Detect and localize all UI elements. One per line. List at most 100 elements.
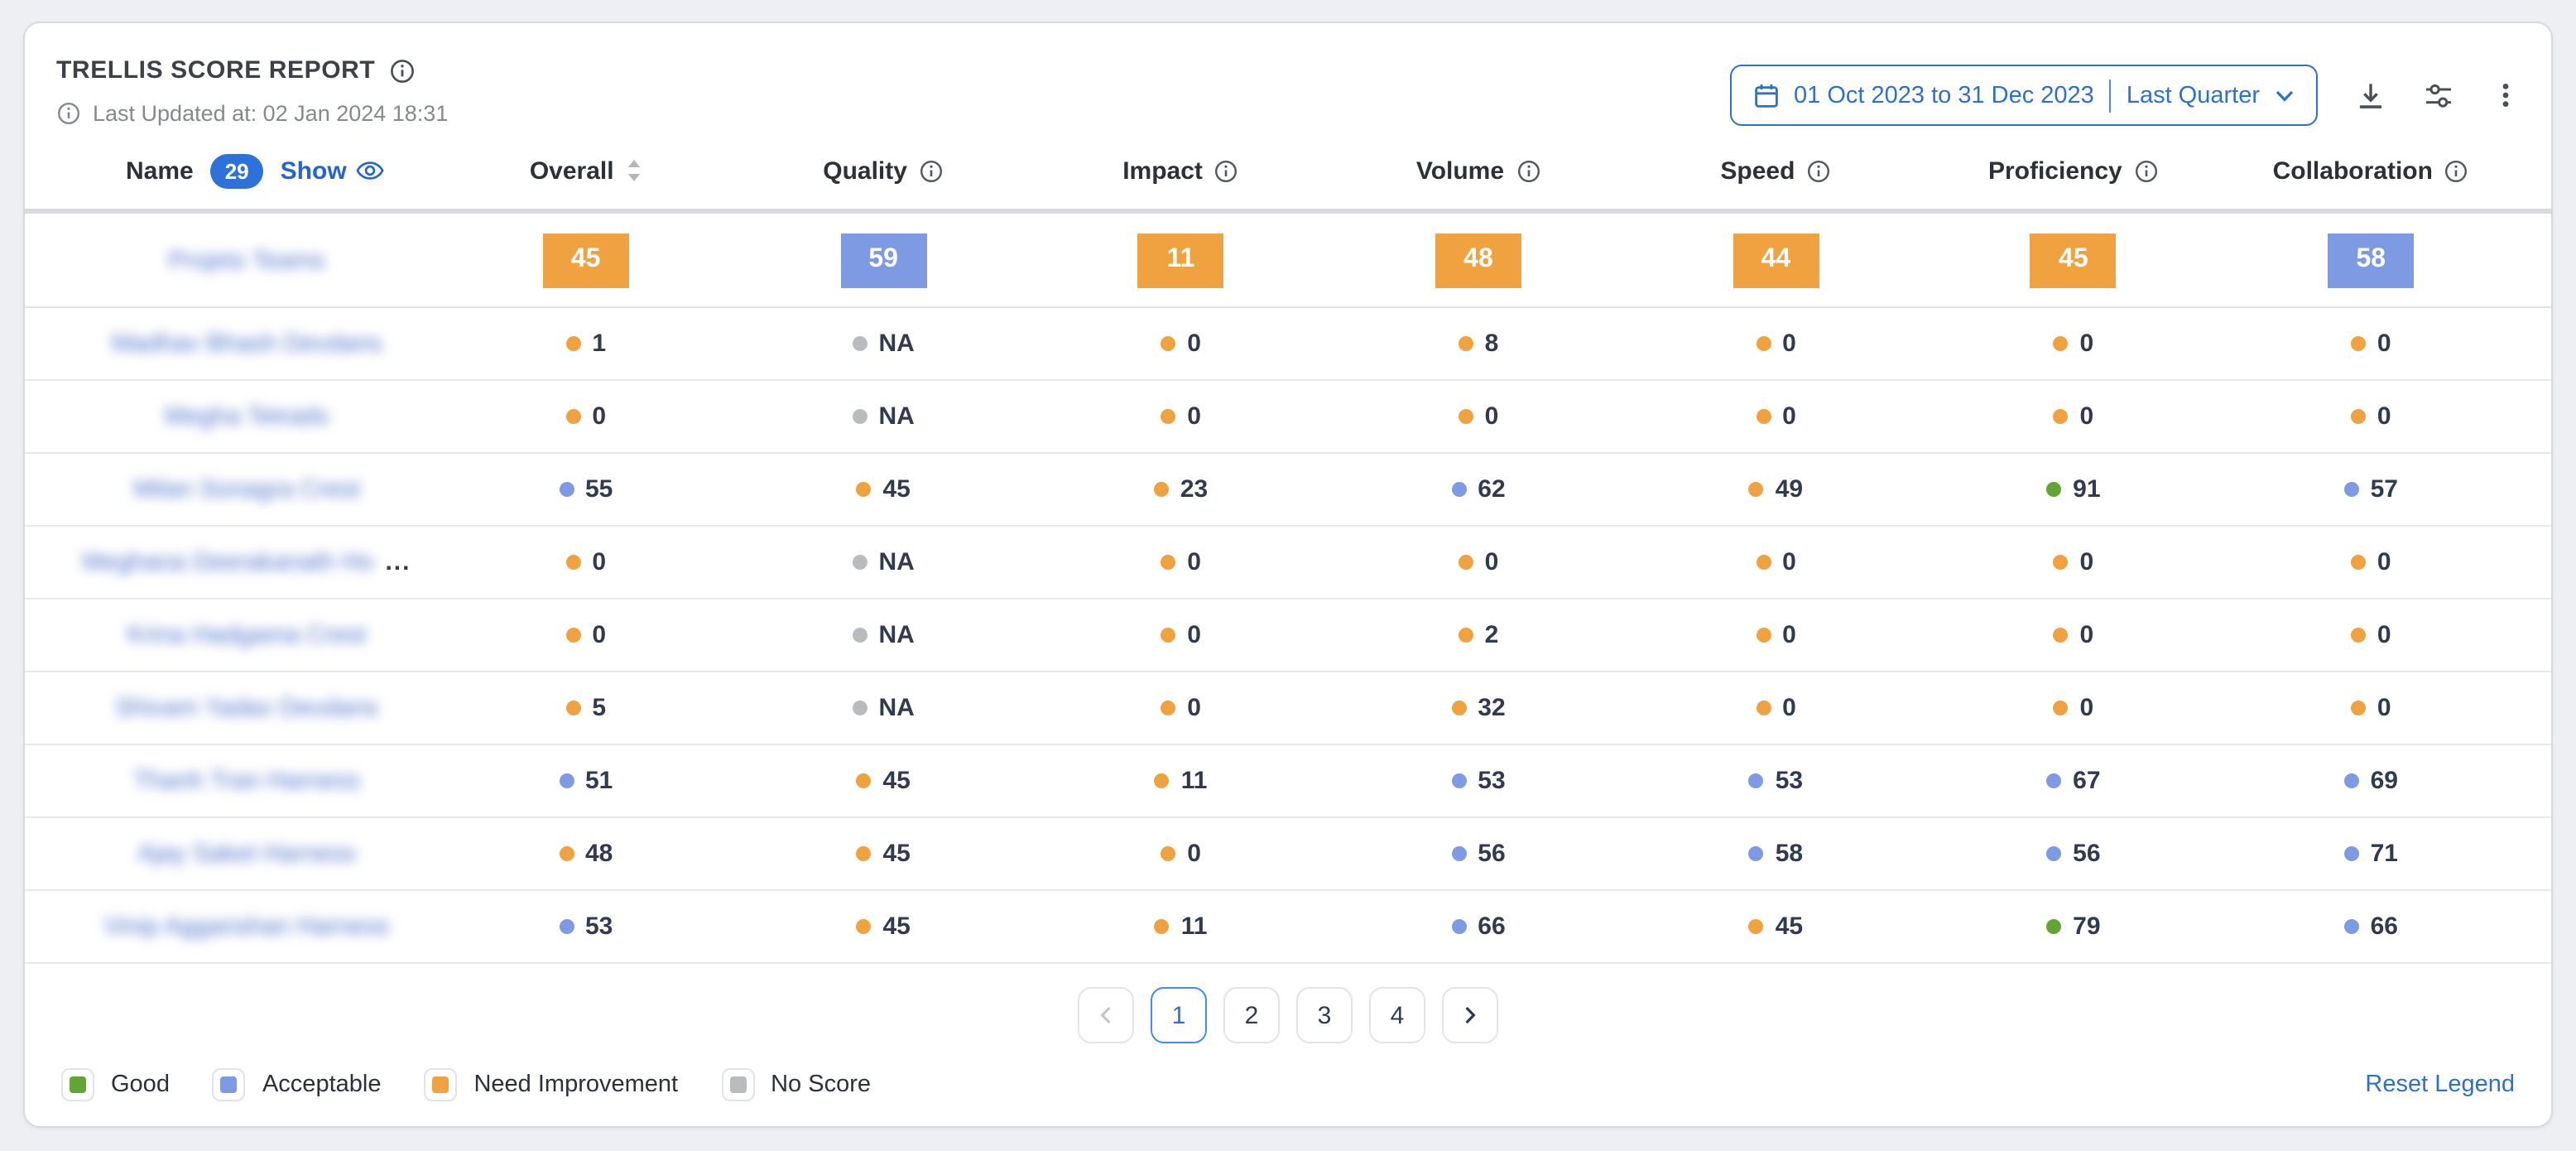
score-cell: 56 — [1925, 840, 2222, 868]
score-dot — [852, 336, 867, 351]
column-header-speed[interactable]: Speed — [1627, 157, 1925, 185]
summary-score-cell: 11 — [1032, 233, 1329, 287]
column-header-volume[interactable]: Volume — [1329, 157, 1627, 185]
score-dot — [565, 409, 580, 424]
score-value: 0 — [592, 402, 606, 431]
member-name-cell: Meghana Deerakanath Ho... — [56, 548, 437, 576]
member-name-link[interactable]: Madhav Bhash Devdans — [112, 330, 382, 358]
column-header-overall[interactable]: Overall — [437, 157, 734, 185]
legend-swatch — [213, 1068, 246, 1101]
last-updated-info-icon — [56, 101, 81, 126]
score-dot — [2046, 919, 2061, 934]
score-dot — [2046, 482, 2061, 497]
title-info-icon[interactable] — [388, 57, 415, 84]
score-value: 0 — [1782, 548, 1796, 576]
score-dot — [1161, 336, 1175, 351]
member-row: Megha Tetrads0NA00000 — [25, 381, 2551, 454]
name-header-label: Name — [126, 157, 194, 185]
score-box: 45 — [543, 233, 629, 287]
member-name-cell: Krina Hadgama Crest — [56, 621, 437, 649]
report-title: TRELLIS SCORE REPORT — [56, 56, 375, 84]
score-cell: 0 — [1627, 330, 1925, 358]
member-name-link[interactable]: Shivam Yadav Devdans — [115, 694, 377, 722]
column-header-collaboration[interactable]: Collaboration — [2223, 157, 2520, 185]
score-cell: 56 — [1329, 840, 1627, 868]
legend-label: Need Improvement — [473, 1072, 678, 1098]
legend-item-acceptable[interactable]: Acceptable — [213, 1068, 382, 1101]
score-cell: 32 — [1329, 694, 1627, 722]
score-value: 58 — [1776, 840, 1803, 868]
score-cell: 62 — [1329, 475, 1627, 503]
score-cell: 91 — [1925, 475, 2222, 503]
summary-score-cell: 58 — [2223, 233, 2520, 287]
settings-filter-button[interactable] — [2424, 80, 2453, 110]
column-header-label: Quality — [823, 157, 907, 185]
member-name-link[interactable]: Vinip Agganshan Harness — [104, 913, 390, 941]
score-cell: 0 — [1925, 548, 2222, 576]
team-name-cell: Projets Teams — [56, 246, 437, 274]
score-cell: 2 — [1329, 621, 1627, 649]
legend-item-no-score[interactable]: No Score — [721, 1068, 871, 1101]
more-options-button[interactable] — [2492, 81, 2520, 109]
column-header-proficiency[interactable]: Proficiency — [1925, 157, 2222, 185]
trellis-score-report-page: TRELLIS SCORE REPORT Last Updated at: 02… — [0, 0, 2576, 1151]
member-name-link[interactable]: Milan Sonagra Crest — [133, 475, 359, 503]
team-name-link[interactable]: Projets Teams — [168, 246, 325, 274]
score-cell: 0 — [1329, 402, 1627, 431]
prev-page-button[interactable] — [1078, 987, 1134, 1043]
download-button[interactable] — [2356, 80, 2386, 110]
score-dot — [565, 555, 580, 570]
legend-label: Good — [111, 1072, 170, 1098]
score-value: 45 — [882, 840, 910, 868]
column-header-impact[interactable]: Impact — [1032, 157, 1329, 185]
score-dot — [1155, 773, 1170, 788]
report-header-left: TRELLIS SCORE REPORT Last Updated at: 02… — [56, 56, 448, 126]
score-value: 0 — [1187, 840, 1201, 868]
legend-item-good[interactable]: Good — [61, 1068, 170, 1101]
show-names-toggle[interactable]: Show — [281, 157, 385, 185]
reset-legend-link[interactable]: Reset Legend — [2365, 1072, 2515, 1098]
sliders-icon — [2424, 80, 2453, 110]
column-info-icon — [1516, 158, 1540, 183]
score-value: NA — [878, 548, 914, 576]
member-name-cell: Madhav Bhash Devdans — [56, 330, 437, 358]
member-name-link[interactable]: Krina Hadgama Crest — [127, 621, 366, 649]
score-dot — [1161, 409, 1175, 424]
score-dot — [565, 628, 580, 643]
score-value: 2 — [1485, 621, 1499, 649]
score-value: 0 — [2377, 548, 2391, 576]
legend-swatch — [721, 1068, 754, 1101]
score-value: 0 — [2377, 621, 2391, 649]
score-box: 11 — [1138, 233, 1224, 287]
date-range-button[interactable]: 01 Oct 2023 to 31 Dec 2023 Last Quarter — [1729, 65, 2318, 126]
score-value: 0 — [1187, 621, 1201, 649]
member-name-link[interactable]: Ajay Saket Harness — [137, 840, 355, 868]
column-header-quality[interactable]: Quality — [734, 157, 1031, 185]
score-value: 0 — [2377, 402, 2391, 431]
page-button[interactable]: 3 — [1296, 987, 1353, 1043]
score-value: 0 — [1782, 330, 1796, 358]
member-name-link[interactable]: Thanh Tran Harness — [133, 767, 360, 795]
sort-icon[interactable] — [626, 157, 642, 184]
score-cell: 53 — [1329, 767, 1627, 795]
member-row: Krina Hadgama Crest0NA02000 — [25, 600, 2551, 672]
score-cell: 0 — [1627, 402, 1925, 431]
legend-item-need-improvement[interactable]: Need Improvement — [424, 1068, 678, 1101]
member-name-link[interactable]: Meghana Deerakanath Ho — [83, 548, 374, 576]
member-row: Vinip Agganshan Harness53451166457966 — [25, 891, 2551, 964]
page-button[interactable]: 2 — [1223, 987, 1280, 1043]
score-dot — [2344, 919, 2359, 934]
score-cell: 49 — [1627, 475, 1925, 503]
page-button[interactable]: 4 — [1369, 987, 1425, 1043]
score-value: 0 — [1187, 402, 1201, 431]
score-dot — [565, 336, 580, 351]
member-name-cell: Ajay Saket Harness — [56, 840, 437, 868]
score-value: 57 — [2371, 475, 2398, 503]
next-page-button[interactable] — [1442, 987, 1498, 1043]
date-range-text: 01 Oct 2023 to 31 Dec 2023 — [1794, 82, 2094, 108]
score-value: 5 — [592, 694, 606, 722]
score-cell: 0 — [437, 621, 734, 649]
page-button[interactable]: 1 — [1151, 987, 1207, 1043]
score-cell: 0 — [1627, 694, 1925, 722]
member-name-link[interactable]: Megha Tetrads — [165, 402, 329, 431]
